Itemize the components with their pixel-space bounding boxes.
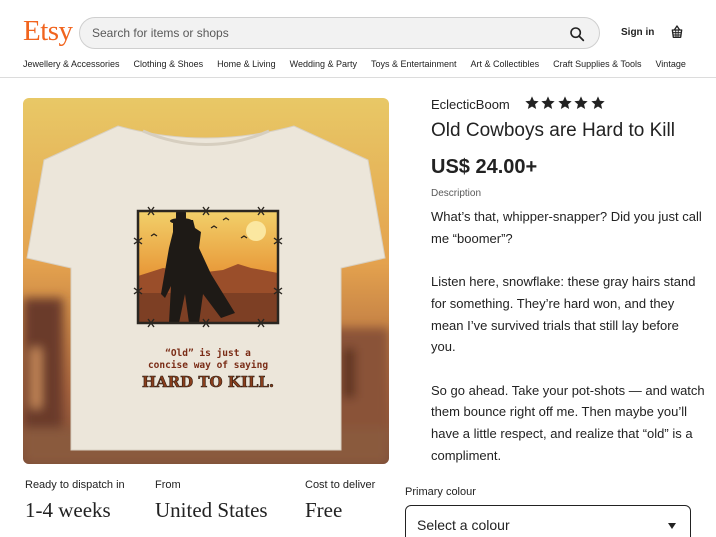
star-icon bbox=[574, 96, 588, 109]
nav-item-toys[interactable]: Toys & Entertainment bbox=[371, 59, 457, 73]
from-label: From bbox=[155, 479, 181, 491]
product-title: Old Cowboys are Hard to Kill bbox=[431, 120, 675, 141]
dispatch-info: Ready to dispatch in 1-4 weeks bbox=[25, 479, 125, 523]
description-paragraph: So go ahead. Take your pot-shots — and w… bbox=[431, 382, 705, 463]
dispatch-value: 1-4 weeks bbox=[25, 498, 111, 522]
from-value: United States bbox=[155, 498, 268, 522]
origin-info: From United States bbox=[155, 479, 268, 523]
nav-item-vintage[interactable]: Vintage bbox=[655, 59, 685, 73]
description-paragraph: What’s that, whipper-snapper? Did you ju… bbox=[431, 209, 702, 246]
primary-colour-select[interactable]: Select a colour bbox=[405, 505, 691, 537]
shirt-caption-line3: HARD TO KILL. bbox=[142, 373, 274, 391]
cost-value: Free bbox=[305, 498, 343, 522]
etsy-logo[interactable]: Etsy bbox=[23, 15, 73, 48]
star-icon bbox=[590, 96, 605, 109]
site-header: Etsy Search for items or shops Sign in J… bbox=[0, 0, 716, 78]
basket-icon[interactable] bbox=[669, 24, 685, 40]
nav-item-art[interactable]: Art & Collectibles bbox=[471, 59, 540, 73]
dispatch-label: Ready to dispatch in bbox=[25, 479, 125, 491]
star-icon bbox=[541, 96, 556, 109]
product-price: US$ 24.00+ bbox=[431, 156, 538, 178]
product-description: What’s that, whipper-snapper? Did you ju… bbox=[431, 206, 706, 488]
description-paragraph: Listen here, snowflake: these gray hairs… bbox=[431, 274, 696, 355]
cost-label: Cost to deliver bbox=[305, 479, 376, 491]
sign-in-link[interactable]: Sign in bbox=[621, 27, 654, 38]
shop-name-link[interactable]: EclecticBoom bbox=[431, 97, 510, 112]
nav-item-jewellery[interactable]: Jewellery & Accessories bbox=[23, 59, 120, 73]
delivery-cost-info: Cost to deliver Free bbox=[305, 479, 375, 523]
nav-item-home[interactable]: Home & Living bbox=[217, 59, 276, 73]
primary-colour-label: Primary colour bbox=[405, 486, 476, 498]
category-nav: Jewellery & Accessories Clothing & Shoes… bbox=[23, 59, 700, 73]
chevron-down-icon bbox=[668, 523, 676, 529]
search-input[interactable]: Search for items or shops bbox=[79, 17, 600, 49]
star-icon bbox=[558, 96, 572, 109]
search-icon[interactable] bbox=[569, 26, 585, 42]
shirt-caption-line2: concise way of saying bbox=[148, 360, 268, 371]
primary-colour-value: Select a colour bbox=[417, 517, 510, 533]
search-placeholder: Search for items or shops bbox=[92, 26, 229, 40]
rating-stars[interactable] bbox=[524, 95, 606, 111]
shirt-caption-line1: “Old” is just a bbox=[165, 348, 251, 359]
nav-item-wedding[interactable]: Wedding & Party bbox=[290, 59, 357, 73]
star-icon bbox=[525, 96, 539, 109]
nav-item-clothing[interactable]: Clothing & Shoes bbox=[134, 59, 204, 73]
product-image[interactable]: “Old” is just a concise way of saying HA… bbox=[23, 98, 389, 464]
nav-item-craft[interactable]: Craft Supplies & Tools bbox=[553, 59, 641, 73]
description-label: Description bbox=[431, 188, 482, 199]
